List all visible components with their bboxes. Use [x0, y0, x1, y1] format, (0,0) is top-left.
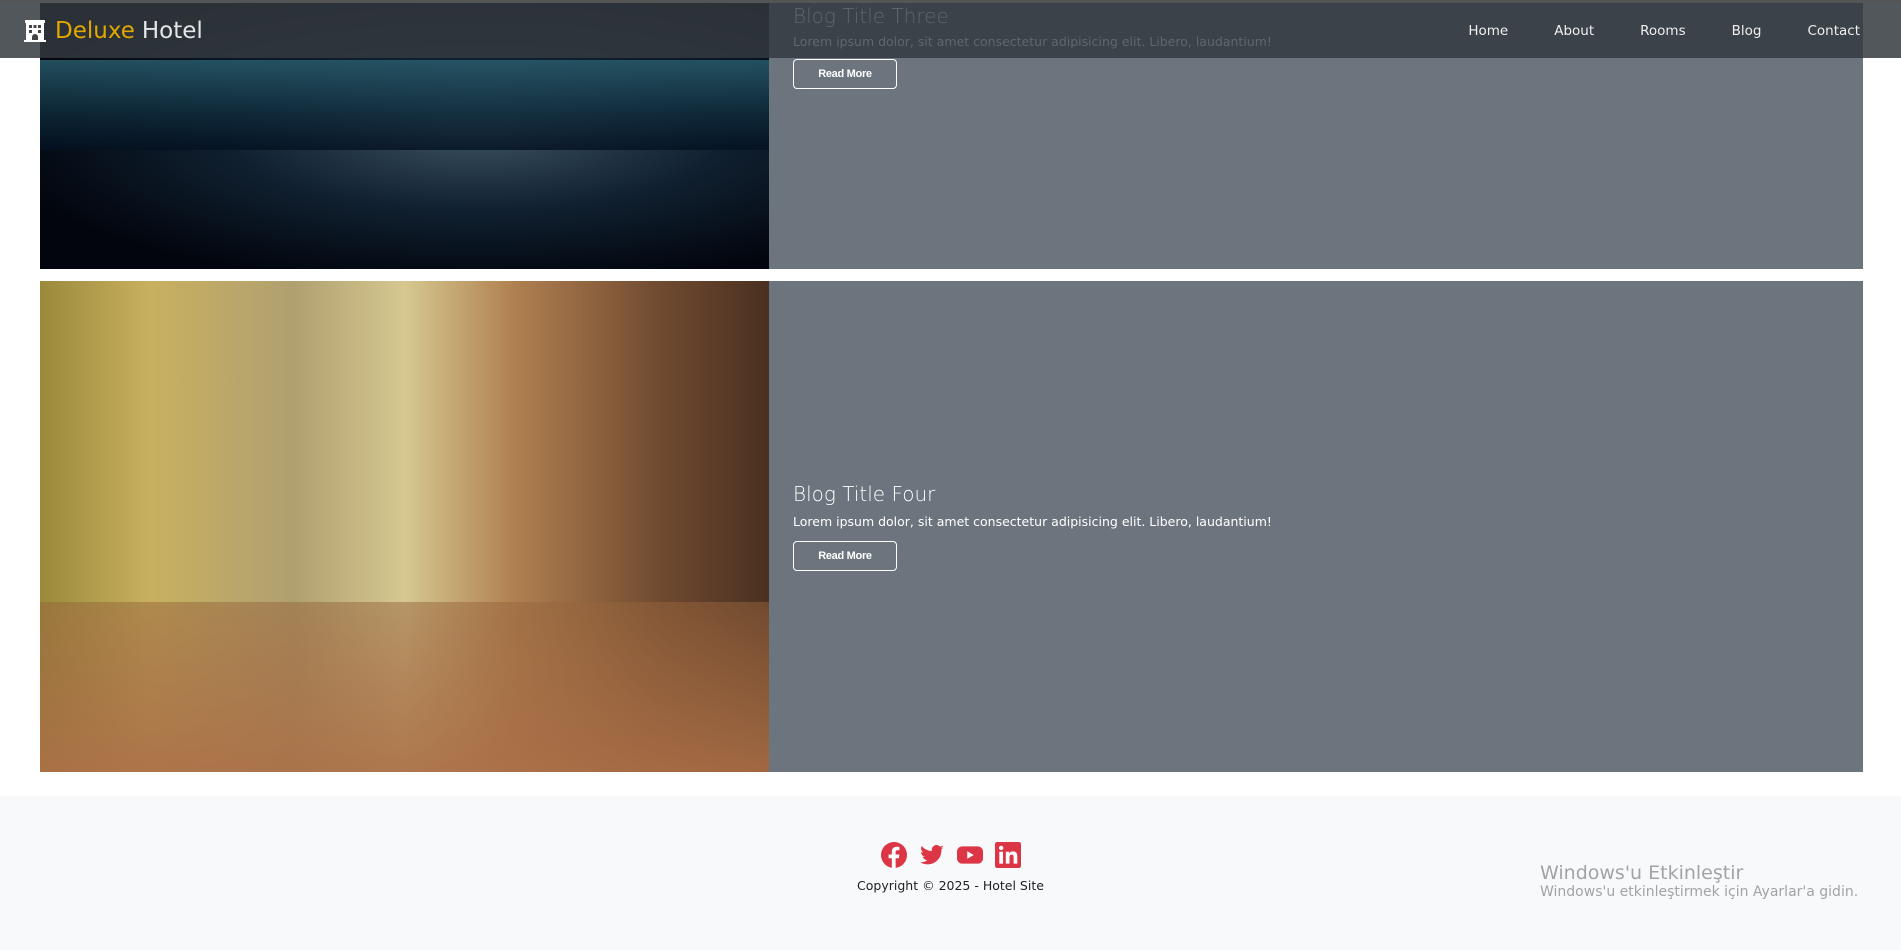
blog-image-hotel-hallway: [40, 281, 769, 772]
nav-about[interactable]: About: [1554, 23, 1594, 39]
brand-second: Hotel: [141, 17, 203, 44]
read-more-button[interactable]: Read More: [793, 541, 897, 571]
blog-card-body: Blog Title Three Lorem ipsum dolor, sit …: [769, 0, 1272, 269]
windows-activation-watermark: Windows'u Etkinleştir Windows'u etkinleş…: [1540, 862, 1858, 900]
watermark-subtitle: Windows'u etkinleştirmek için Ayarlar'a …: [1540, 884, 1859, 900]
read-more-button[interactable]: Read More: [793, 59, 897, 89]
blog-text: Lorem ipsum dolor, sit amet consectetur …: [793, 34, 1272, 49]
blog-card: Blog Title Four Lorem ipsum dolor, sit a…: [40, 281, 1863, 772]
watermark-title: Windows'u Etkinleştir: [1540, 862, 1744, 884]
nav-blog[interactable]: Blog: [1732, 23, 1762, 39]
blog-card-body: Blog Title Four Lorem ipsum dolor, sit a…: [769, 281, 1272, 772]
youtube-icon[interactable]: [956, 842, 983, 868]
twitter-icon[interactable]: [919, 842, 945, 868]
blog-title: Blog Title Four: [793, 482, 936, 506]
blog-title: Blog Title Three: [793, 4, 949, 28]
nav-links: Home About Rooms Blog Contact: [1468, 3, 1901, 58]
brand-link[interactable]: Deluxe Hotel: [23, 18, 203, 44]
hotel-icon: [24, 19, 46, 42]
facebook-icon[interactable]: [880, 842, 907, 868]
blog-text: Lorem ipsum dolor, sit amet consectetur …: [793, 514, 1272, 529]
nav-rooms[interactable]: Rooms: [1640, 23, 1685, 39]
linkedin-icon[interactable]: [994, 842, 1021, 868]
nav-contact[interactable]: Contact: [1807, 23, 1860, 39]
brand-first: Deluxe: [55, 17, 135, 44]
nav-home[interactable]: Home: [1468, 23, 1508, 39]
